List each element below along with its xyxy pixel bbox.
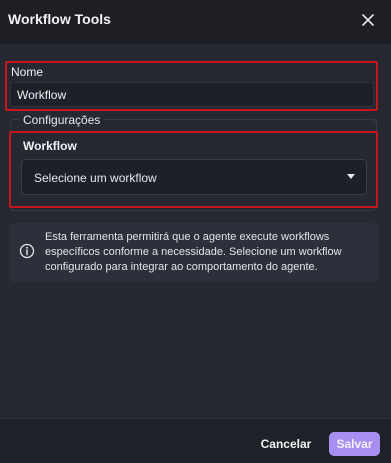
workflow-tools-dialog: Workflow Tools Nome Configurações Workfl… — [0, 0, 391, 463]
info-circle-icon — [19, 243, 35, 259]
cancel-button[interactable]: Cancelar — [255, 432, 317, 456]
close-icon[interactable] — [357, 9, 379, 31]
close-icon-glyph — [362, 14, 374, 26]
nome-label: Nome — [11, 65, 44, 79]
dialog-header: Workflow Tools — [0, 0, 391, 44]
workflow-label: Workflow — [23, 139, 77, 153]
nome-input[interactable] — [10, 82, 374, 107]
info-panel: Esta ferramenta permitirá que o agente e… — [9, 223, 379, 282]
dialog-title: Workflow Tools — [8, 11, 111, 27]
info-text: Esta ferramenta permitirá que o agente e… — [45, 231, 342, 273]
configuracoes-legend: Configurações — [19, 113, 105, 127]
workflow-select[interactable]: Selecione um workflow — [21, 159, 367, 195]
caret-down-icon — [347, 174, 355, 179]
workflow-select-value: Selecione um workflow — [34, 171, 157, 185]
save-button[interactable]: Salvar — [329, 432, 380, 456]
